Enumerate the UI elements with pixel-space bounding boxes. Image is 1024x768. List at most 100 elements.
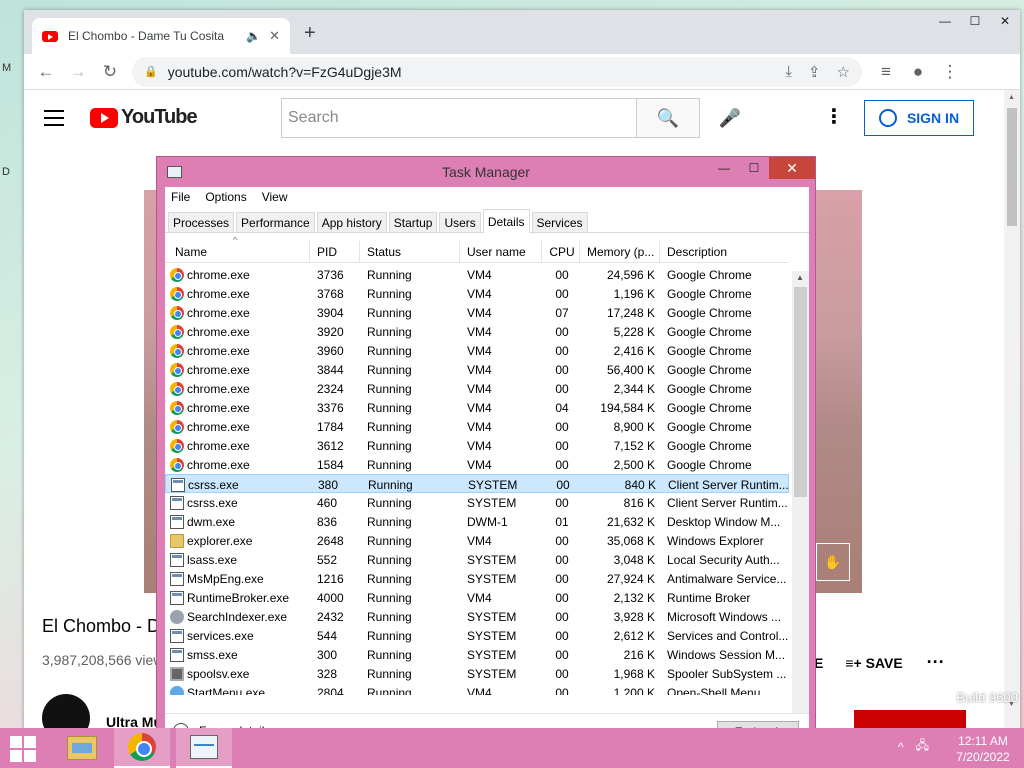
- minimize-button[interactable]: —: [930, 10, 960, 32]
- profile-icon[interactable]: ●: [902, 58, 934, 86]
- maximize-button[interactable]: ☐: [739, 157, 769, 179]
- bookmark-star-icon[interactable]: ☆: [837, 63, 850, 81]
- table-row[interactable]: chrome.exe 3736 Running VM4 00 24,596 K Google…: [165, 265, 789, 284]
- task-manager-titlebar[interactable]: Task Manager — ☐ ✕: [157, 157, 815, 187]
- taskbar-clock[interactable]: 12:11 AM 7/20/2022: [950, 733, 1016, 765]
- scroll-thumb[interactable]: [794, 287, 807, 497]
- channel-avatar[interactable]: [42, 694, 90, 730]
- menu-kebab-icon[interactable]: ⋮: [934, 58, 966, 86]
- video-overlay-icon[interactable]: ✋: [816, 543, 850, 581]
- sign-in-button[interactable]: SIGN IN: [864, 100, 974, 136]
- close-button[interactable]: ✕: [769, 157, 815, 179]
- taskbar-explorer[interactable]: [54, 728, 110, 768]
- table-row[interactable]: chrome.exe 3960 Running VM4 00 2,416 K Google …: [165, 341, 789, 360]
- settings-kebab-icon[interactable]: ⋮: [824, 104, 844, 129]
- url-text[interactable]: youtube.com/watch?v=FzG4uDgje3M: [168, 64, 770, 80]
- scroll-up-icon[interactable]: ▲: [796, 273, 804, 282]
- page-scrollbar[interactable]: ▲ ▼: [1004, 90, 1020, 730]
- speaker-icon[interactable]: 🔈: [246, 29, 261, 43]
- media-control-icon[interactable]: ≡: [870, 58, 902, 86]
- table-row[interactable]: StartMenu.exe 2804 Running VM4 00 1,200 K Open…: [165, 683, 789, 695]
- table-row[interactable]: chrome.exe 3844 Running VM4 00 56,400 K Google…: [165, 360, 789, 379]
- address-bar[interactable]: 🔒 youtube.com/watch?v=FzG4uDgje3M ⤓ ⇪ ☆: [132, 56, 862, 87]
- cell-status: Running: [367, 458, 412, 472]
- table-row[interactable]: csrss.exe 460 Running SYSTEM 00 816 K Client S…: [165, 493, 789, 512]
- column-separator[interactable]: [541, 241, 542, 263]
- cell-cpu: 00: [556, 478, 570, 492]
- column-header-pid[interactable]: PID: [317, 245, 357, 259]
- column-separator[interactable]: [309, 241, 310, 263]
- column-header-cpu[interactable]: CPU: [547, 245, 577, 259]
- cell-pid: 1584: [317, 458, 344, 472]
- tab-performance[interactable]: Performance: [236, 212, 315, 232]
- more-actions-icon[interactable]: ···: [927, 652, 945, 673]
- hamburger-menu-icon[interactable]: [44, 110, 64, 131]
- taskbar-chrome[interactable]: [114, 728, 170, 768]
- table-scrollbar[interactable]: ▲ ▼: [792, 271, 809, 725]
- menu-file[interactable]: File: [171, 190, 190, 204]
- table-row[interactable]: chrome.exe 3920 Running VM4 00 5,228 K Google …: [165, 322, 789, 341]
- table-row[interactable]: chrome.exe 3768 Running VM4 00 1,196 K Google …: [165, 284, 789, 303]
- browser-tab[interactable]: El Chombo - Dame Tu Cosita 🔈 ✕: [32, 18, 290, 54]
- subscribe-button[interactable]: SUBSCRIBE: [854, 710, 966, 730]
- table-row[interactable]: chrome.exe 1784 Running VM4 00 8,900 K Google …: [165, 417, 789, 436]
- share-icon[interactable]: ⇪: [808, 63, 821, 81]
- back-button[interactable]: ←: [30, 58, 62, 86]
- cell-name: csrss.exe: [187, 496, 238, 510]
- column-separator[interactable]: [459, 241, 460, 263]
- windows-start-icon[interactable]: [10, 736, 38, 762]
- column-header-description[interactable]: Description: [667, 245, 789, 259]
- table-row[interactable]: chrome.exe 3376 Running VM4 04 194,584 K Googl…: [165, 398, 789, 417]
- maximize-button[interactable]: ☐: [960, 10, 990, 32]
- scroll-up-icon[interactable]: ▲: [1008, 94, 1015, 101]
- column-header-name[interactable]: Name: [175, 245, 207, 259]
- cell-user: VM4: [467, 458, 492, 472]
- search-button[interactable]: 🔍: [636, 98, 700, 138]
- table-row[interactable]: spoolsv.exe 328 Running SYSTEM 00 1,968 K Spoo…: [165, 664, 789, 683]
- network-icon[interactable]: 🖧: [916, 736, 929, 757]
- column-header-memory[interactable]: Memory (p...: [587, 245, 659, 259]
- search-input[interactable]: Search: [281, 98, 637, 138]
- taskbar-task-manager[interactable]: [176, 728, 232, 768]
- forward-button[interactable]: →: [62, 58, 94, 86]
- minimize-button[interactable]: —: [709, 157, 739, 179]
- tab-details[interactable]: Details: [482, 209, 530, 233]
- table-row[interactable]: dwm.exe 836 Running DWM-1 01 21,632 K Desktop …: [165, 512, 789, 531]
- column-header-user[interactable]: User name: [467, 245, 542, 259]
- tab-users[interactable]: Users: [439, 212, 481, 232]
- table-row[interactable]: lsass.exe 552 Running SYSTEM 00 3,048 K Local …: [165, 550, 789, 569]
- tab-startup[interactable]: Startup: [388, 212, 438, 232]
- column-separator[interactable]: [579, 241, 580, 263]
- column-header-status[interactable]: Status: [367, 245, 455, 259]
- youtube-logo[interactable]: YouTube: [90, 106, 198, 129]
- table-row[interactable]: chrome.exe 3904 Running VM4 07 17,248 K Google…: [165, 303, 789, 322]
- close-icon[interactable]: ✕: [269, 28, 280, 44]
- menu-options[interactable]: Options: [205, 190, 246, 204]
- table-row[interactable]: chrome.exe 2324 Running VM4 00 2,344 K Google …: [165, 379, 789, 398]
- cell-pid: 460: [317, 496, 338, 510]
- scroll-thumb[interactable]: [1007, 108, 1017, 226]
- tab-processes[interactable]: Processes: [168, 212, 235, 232]
- table-row[interactable]: chrome.exe 1584 Running VM4 00 2,500 K Google …: [165, 455, 789, 474]
- table-row[interactable]: smss.exe 300 Running SYSTEM 00 216 K Windows S…: [165, 645, 789, 664]
- column-separator[interactable]: [359, 241, 360, 263]
- table-row[interactable]: services.exe 544 Running SYSTEM 00 2,612 K Ser…: [165, 626, 789, 645]
- table-row[interactable]: MsMpEng.exe 1216 Running SYSTEM 00 27,924 K An…: [165, 569, 789, 588]
- table-row[interactable]: explorer.exe 2648 Running VM4 00 35,068 K Wind…: [165, 531, 789, 550]
- save-button[interactable]: ≡+ SAVE: [845, 655, 902, 671]
- table-row[interactable]: SearchIndexer.exe 2432 Running SYSTEM 00 3,92…: [165, 607, 789, 626]
- install-icon[interactable]: ⤓: [785, 63, 792, 80]
- tab-app-history[interactable]: App history: [316, 212, 387, 232]
- table-row[interactable]: RuntimeBroker.exe 4000 Running VM4 00 2,132 K…: [165, 588, 789, 607]
- column-separator[interactable]: [659, 241, 660, 263]
- close-button[interactable]: ✕: [990, 10, 1020, 32]
- menu-view[interactable]: View: [262, 190, 288, 204]
- microphone-icon[interactable]: 🎤: [716, 104, 744, 132]
- new-tab-button[interactable]: +: [304, 22, 316, 45]
- tab-services[interactable]: Services: [531, 212, 588, 232]
- table-row[interactable]: csrss.exe 380 Running SYSTEM 00 840 K Client S…: [165, 474, 789, 493]
- tray-chevron-up-icon[interactable]: ^: [898, 740, 904, 754]
- cell-user: VM4: [467, 344, 492, 358]
- reload-button[interactable]: ↻: [94, 58, 126, 86]
- table-row[interactable]: chrome.exe 3612 Running VM4 00 7,152 K Google …: [165, 436, 789, 455]
